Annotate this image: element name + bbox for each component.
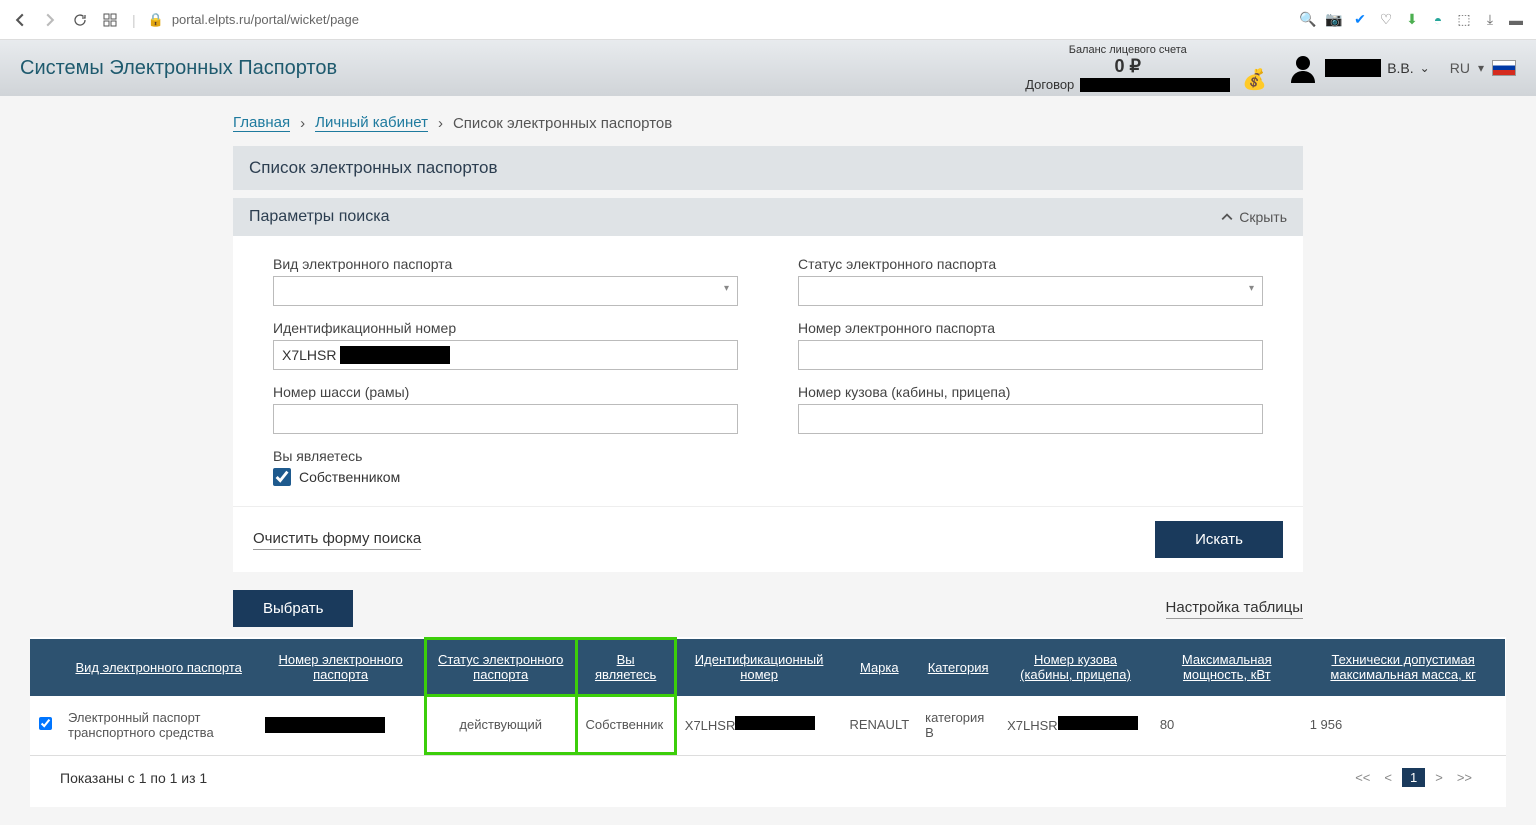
clear-form-link[interactable]: Очистить форму поиска (253, 530, 421, 550)
th-category[interactable]: Категория (928, 660, 989, 675)
wallet-icon[interactable]: 💰 (1242, 67, 1267, 92)
row-checkbox[interactable] (39, 717, 52, 730)
search-params-header: Параметры поиска Скрыть (233, 198, 1303, 236)
extension-icon[interactable]: ◓ (1430, 12, 1446, 28)
th-brand[interactable]: Марка (860, 660, 899, 675)
label-status: Статус электронного паспорта (798, 256, 1263, 272)
th-youare[interactable]: Вы являетесь (595, 652, 656, 682)
back-icon[interactable] (12, 12, 28, 28)
label-youare: Вы являетесь (273, 448, 738, 464)
cell-youare: Собственник (576, 696, 675, 754)
download-tray-icon[interactable]: ⤓ (1482, 12, 1498, 28)
balance-label: Баланс лицевого счета (1025, 44, 1230, 56)
label-chassis: Номер шасси (рамы) (273, 384, 738, 400)
pager-current[interactable]: 1 (1402, 768, 1425, 787)
cell-id-redacted (735, 716, 815, 730)
checkbox-owner[interactable] (273, 468, 291, 486)
input-id-number[interactable]: X7LHSR (273, 340, 738, 370)
params-toggle[interactable]: Скрыть (1221, 209, 1287, 225)
cell-type: Электронный паспорт транспортного средст… (60, 696, 257, 754)
table-footer: Показаны с 1 по 1 из 1 << < 1 > >> (30, 755, 1506, 807)
chevron-down-icon: ⌄ (1420, 61, 1430, 75)
pager-last[interactable]: >> (1453, 768, 1476, 787)
label-ep-number: Номер электронного паспорта (798, 320, 1263, 336)
search-icon[interactable]: 🔍 (1300, 12, 1316, 28)
user-name-redacted (1325, 59, 1381, 77)
cube-icon[interactable]: ⬚ (1456, 12, 1472, 28)
cell-status: действующий (425, 696, 576, 754)
cell-power: 80 (1152, 696, 1302, 754)
select-status[interactable] (798, 276, 1263, 306)
apps-icon[interactable] (102, 12, 118, 28)
breadcrumb-home[interactable]: Главная (233, 114, 290, 132)
label-passport-type: Вид электронного паспорта (273, 256, 738, 272)
table-settings-link[interactable]: Настройка таблицы (1166, 599, 1303, 619)
results-table: Вид электронного паспорта Номер электрон… (30, 637, 1506, 755)
pager-first[interactable]: << (1351, 768, 1374, 787)
battery-icon: ▬ (1508, 12, 1524, 28)
label-body-number: Номер кузова (кабины, прицепа) (798, 384, 1263, 400)
th-id[interactable]: Идентификационный номер (695, 652, 824, 682)
chevron-up-icon (1221, 211, 1233, 223)
flag-ru-icon (1492, 60, 1516, 76)
pager: << < 1 > >> (1351, 768, 1476, 787)
search-form: Вид электронного паспорта Идентификацион… (233, 236, 1303, 506)
form-actions: Очистить форму поиска Искать (233, 506, 1303, 572)
url-text: portal.elpts.ru/portal/wicket/page (172, 12, 359, 27)
cell-category: категория B (917, 696, 999, 754)
page-title: Список электронных паспортов (233, 146, 1303, 190)
site-header: Системы Электронных Паспортов Баланс лиц… (0, 40, 1536, 96)
table-row[interactable]: Электронный паспорт транспортного средст… (30, 696, 1505, 754)
th-number[interactable]: Номер электронного паспорта (278, 652, 402, 682)
breadcrumb-current: Список электронных паспортов (453, 115, 672, 132)
cell-mass: 1 956 (1302, 696, 1505, 754)
select-passport-type[interactable] (273, 276, 738, 306)
contract-label: Договор (1025, 77, 1074, 92)
contract-number-redacted (1080, 78, 1230, 92)
site-title: Системы Электронных Паспортов (20, 57, 337, 80)
th-power[interactable]: Максимальная мощность, кВт (1182, 652, 1272, 682)
heart-icon[interactable]: ♡ (1378, 12, 1394, 28)
input-ep-number[interactable] (798, 340, 1263, 370)
th-mass[interactable]: Технически допустимая максимальная масса… (1330, 652, 1475, 682)
label-id-number: Идентификационный номер (273, 320, 738, 336)
pager-next[interactable]: > (1431, 768, 1447, 787)
lang-code: RU (1450, 60, 1470, 76)
id-redacted (340, 346, 450, 364)
reload-icon[interactable] (72, 12, 88, 28)
user-initials: В.В. (1387, 60, 1413, 76)
params-title: Параметры поиска (249, 208, 389, 226)
cell-id-prefix: X7LHSR (685, 718, 736, 733)
cell-body-redacted (1058, 716, 1138, 730)
lock-icon: 🔒 (148, 12, 164, 28)
results-count: Показаны с 1 по 1 из 1 (60, 770, 207, 786)
breadcrumb-cabinet[interactable]: Личный кабинет (315, 114, 428, 132)
cell-body-prefix: X7LHSR (1007, 718, 1058, 733)
cell-number-redacted (265, 717, 385, 733)
browser-toolbar: | 🔒 portal.elpts.ru/portal/wicket/page 🔍… (0, 0, 1536, 40)
th-type[interactable]: Вид электронного паспорта (75, 660, 241, 675)
camera-icon[interactable]: 📷 (1326, 12, 1342, 28)
cell-brand: RENAULT (841, 696, 917, 754)
forward-icon[interactable] (42, 12, 58, 28)
pager-prev[interactable]: < (1380, 768, 1396, 787)
input-chassis[interactable] (273, 404, 738, 434)
balance-value: 0 ₽ (1025, 56, 1230, 77)
download-arrow-icon[interactable]: ⬇ (1404, 12, 1420, 28)
checkbox-owner-label: Собственником (299, 469, 400, 485)
language-selector[interactable]: RU▾ (1450, 60, 1516, 76)
input-body-number[interactable] (798, 404, 1263, 434)
th-body[interactable]: Номер кузова (кабины, прицепа) (1020, 652, 1131, 682)
shield-icon[interactable]: ✔ (1352, 12, 1368, 28)
search-button[interactable]: Искать (1155, 521, 1283, 558)
user-menu[interactable]: В.В. ⌄ (1287, 53, 1430, 83)
th-status[interactable]: Статус электронного паспорта (438, 652, 563, 682)
select-button[interactable]: Выбрать (233, 590, 353, 627)
breadcrumb: Главная › Личный кабинет › Список электр… (233, 114, 1303, 132)
